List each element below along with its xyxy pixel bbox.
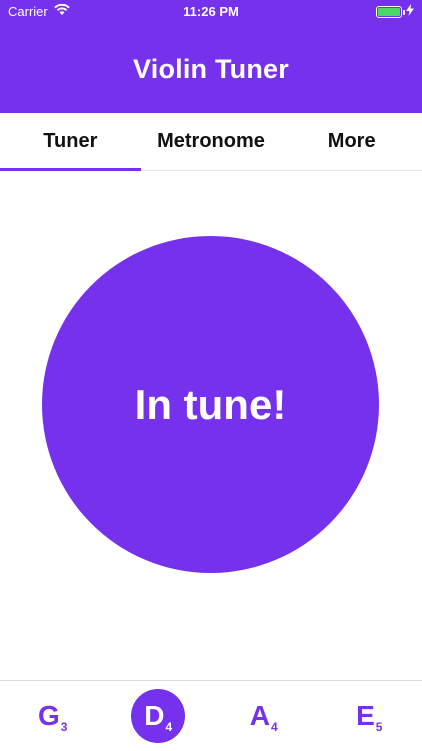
note-octave: 5 [376, 720, 383, 734]
status-bar: Carrier 11:26 PM [0, 0, 422, 26]
app-header: Carrier 11:26 PM Violin Tuner [0, 0, 422, 113]
note-bubble: A4 [250, 700, 278, 732]
battery-icon [376, 6, 402, 18]
tuner-indicator-circle: In tune! [42, 236, 379, 573]
note-letter: D [144, 700, 164, 732]
note-octave: 4 [271, 720, 278, 734]
status-time: 11:26 PM [0, 4, 422, 19]
string-button-d4[interactable]: D4 [106, 681, 212, 751]
note-bubble: E5 [356, 700, 382, 732]
note-letter: G [38, 700, 60, 732]
battery-fill [378, 8, 400, 16]
tab-more[interactable]: More [281, 113, 422, 170]
tab-bar: Tuner Metronome More [0, 113, 422, 171]
note-bubble-selected: D4 [131, 689, 185, 743]
status-right [376, 4, 414, 19]
note-label: G3 [38, 700, 67, 732]
battery-cap [403, 10, 405, 15]
tab-tuner[interactable]: Tuner [0, 113, 141, 170]
charging-icon [406, 4, 414, 19]
note-letter: A [250, 700, 270, 732]
string-button-a4[interactable]: A4 [211, 681, 317, 751]
string-button-e5[interactable]: E5 [317, 681, 422, 751]
note-label: E5 [356, 700, 382, 732]
note-label: A4 [250, 700, 278, 732]
note-letter: E [356, 700, 375, 732]
page-title: Violin Tuner [0, 54, 422, 85]
string-selector: G3 D4 A4 E5 [0, 680, 422, 751]
note-bubble: G3 [38, 700, 67, 732]
string-button-g3[interactable]: G3 [0, 681, 106, 751]
tab-metronome[interactable]: Metronome [141, 113, 282, 170]
note-label: D4 [144, 700, 172, 732]
note-octave: 3 [61, 720, 68, 734]
note-octave: 4 [166, 720, 173, 734]
tuner-status-text: In tune! [135, 381, 287, 429]
